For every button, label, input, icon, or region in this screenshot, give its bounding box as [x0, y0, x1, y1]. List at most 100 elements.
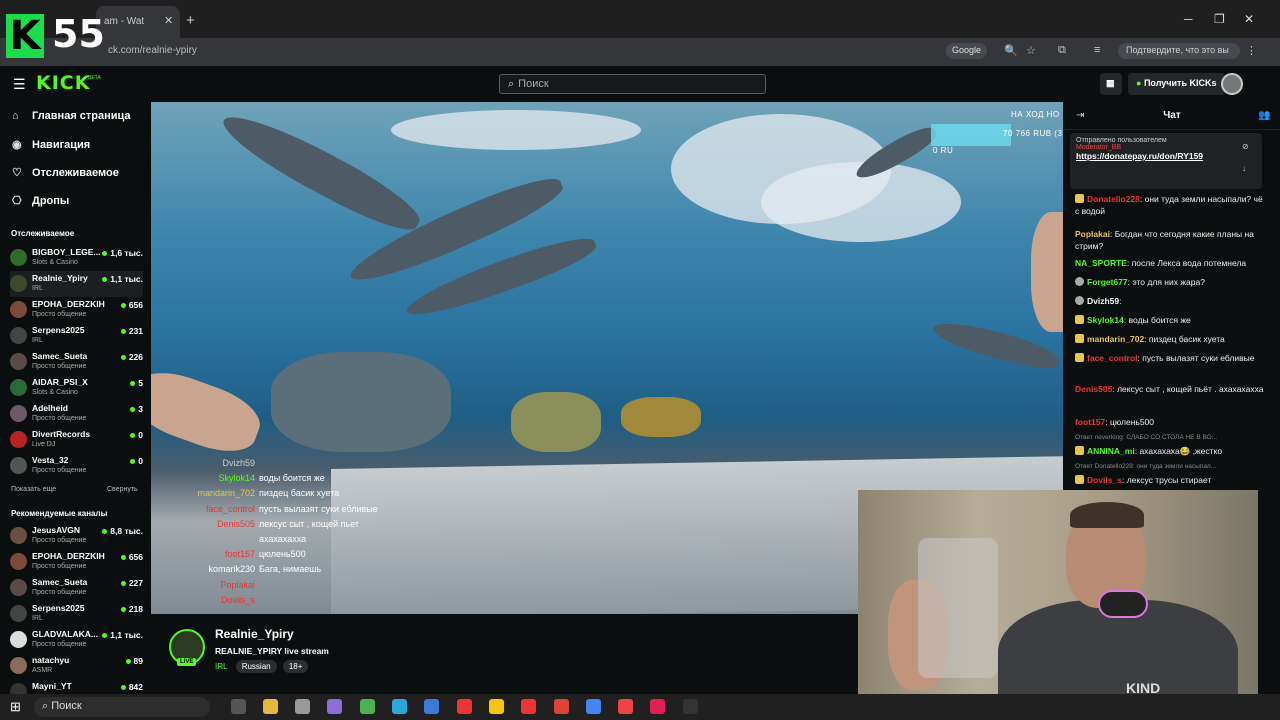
sidebar-channel-4[interactable]: Samec_Sueta Просто общение 226 — [10, 349, 143, 375]
minimize-window-button[interactable]: ─ — [1184, 12, 1193, 26]
chat-username[interactable]: ANNINA_mi — [1087, 446, 1135, 456]
chat-message: Skylok14: воды боится же — [1075, 314, 1265, 326]
chat-username[interactable]: Dovils_s — [1087, 475, 1122, 485]
sidebar-channel-0[interactable]: BIGBOY_LEGE... Slots & Casino 1,6 тыс. — [10, 245, 143, 271]
sidebar-channel-5[interactable]: natachyu ASMR 89 — [10, 653, 143, 679]
yandex-music-icon[interactable] — [489, 699, 504, 714]
new-tab-button[interactable]: + — [186, 12, 195, 29]
mail-icon[interactable] — [424, 699, 439, 714]
tag-language[interactable]: Russian — [235, 660, 277, 673]
verify-profile-chip[interactable]: Подтвердите, что это вы — [1118, 43, 1240, 59]
subscriber-badge-icon — [1075, 315, 1084, 324]
pinned-link[interactable]: https://donatepay.ru/don/RY159 — [1076, 151, 1256, 161]
obs-icon[interactable] — [683, 699, 698, 714]
live-dot-icon — [102, 251, 108, 256]
sidebar-channel-8[interactable]: Vesta_32 Просто общение 0 — [10, 453, 143, 479]
chrome-icon[interactable] — [554, 699, 569, 714]
nav-home[interactable]: ⌂ Главная страница — [12, 110, 131, 122]
yandex-icon[interactable] — [457, 699, 472, 714]
get-kicks-button[interactable]: ● Получить KICKs — [1128, 73, 1225, 95]
task-view-icon[interactable] — [231, 699, 246, 714]
video-arm — [151, 361, 268, 463]
sidebar-channel-6[interactable]: Adelheid Просто общение 3 — [10, 401, 143, 427]
sidebar-channel-3[interactable]: Serpens2025 IRL 231 — [10, 323, 143, 349]
menu-icon[interactable]: ☰ — [13, 76, 26, 93]
nav-home-label: Главная страница — [32, 110, 131, 122]
overlay-chat-user: foot157 — [224, 549, 255, 560]
search-input[interactable]: ⌕ Поиск — [499, 74, 766, 94]
sidebar-channel-0[interactable]: JesusAVGN Просто общение 8,8 тыс. — [10, 523, 143, 549]
channel-name: Samec_Sueta — [32, 577, 88, 587]
sidebar-channel-1[interactable]: Realnie_Ypiry IRL 1,1 тыс. — [10, 271, 143, 297]
expand-pinned-icon[interactable]: ↓ — [1242, 164, 1246, 173]
nav-following[interactable]: ♡ Отслеживаемое — [12, 166, 119, 179]
sidebar-channel-4[interactable]: GLADVALAKA... Просто общение 1,1 тыс. — [10, 627, 143, 653]
kick-app-icon[interactable] — [650, 699, 665, 714]
media-control-icon[interactable]: ≡ — [1094, 44, 1100, 56]
goal-amount: 70 766 RUB (3 — [1003, 129, 1063, 138]
chat-username[interactable]: Denis505 — [1075, 384, 1112, 394]
visual-studio-icon[interactable] — [327, 699, 342, 714]
overlay-chat-line: face_control пусть вылазят суки ебливые — [191, 504, 378, 514]
show-more-link[interactable]: Показать еще — [11, 486, 56, 493]
sidebar-channel-1[interactable]: EPOHA_DERZKIH Просто общение 656 — [10, 549, 143, 575]
video-reef — [511, 392, 601, 452]
media-player-icon[interactable] — [295, 699, 310, 714]
app-icon[interactable] — [618, 699, 633, 714]
channel-viewers: 227 — [120, 578, 143, 588]
browser-menu-icon[interactable]: ⋮ — [1246, 44, 1257, 57]
stream-category[interactable]: IRL — [215, 662, 227, 671]
nav-browse[interactable]: ◉ Навигация — [12, 138, 90, 151]
chat-username[interactable]: Dvizh59 — [1087, 296, 1119, 306]
nav-drops[interactable]: ⎔ Дропы — [12, 194, 69, 207]
extensions-icon[interactable]: ⧉ — [1058, 44, 1066, 57]
studio-icon[interactable]: ▦ — [1100, 73, 1122, 95]
close-window-button[interactable]: ✕ — [1244, 12, 1254, 26]
chat-username[interactable]: mandarin_702 — [1087, 334, 1144, 344]
live-dot-icon — [125, 659, 131, 664]
user-avatar[interactable] — [1221, 73, 1243, 95]
overlay-logo-letter: K — [6, 14, 44, 58]
streamer-name[interactable]: Realnie_Ypiry — [215, 627, 294, 641]
maximize-window-button[interactable]: ❐ — [1214, 12, 1225, 26]
channel-avatar — [10, 275, 27, 292]
close-tab-icon[interactable]: ✕ — [164, 14, 173, 27]
bookmark-star-icon[interactable]: ☆ — [1026, 44, 1036, 57]
unpin-icon[interactable]: ⊘ — [1242, 142, 1249, 151]
edge-icon[interactable] — [392, 699, 407, 714]
google-lens-chip[interactable]: Google — [946, 43, 988, 59]
sidebar-channel-5[interactable]: AIDAR_PSI_X Slots & Casino 5 — [10, 375, 143, 401]
pinned-user[interactable]: Moderator_BB — [1076, 144, 1256, 151]
kick-logo[interactable]: KICK — [36, 72, 90, 94]
windows-start-icon[interactable]: ⊞ — [10, 699, 21, 715]
webcam-person-hair — [1070, 502, 1144, 528]
url-text[interactable]: ck.com/realnie-ypiry — [108, 45, 197, 56]
chat-username[interactable]: NA_SPORTE — [1075, 258, 1127, 268]
xbox-icon[interactable] — [360, 699, 375, 714]
live-dot-icon — [130, 433, 136, 438]
collapse-chat-icon[interactable]: ⇥ — [1076, 110, 1084, 121]
sidebar-channel-2[interactable]: EPOHA_DERZKIH Просто общение 656 — [10, 297, 143, 323]
channel-avatar — [10, 405, 27, 422]
file-explorer-icon[interactable] — [263, 699, 278, 714]
chrome-beta-icon[interactable] — [586, 699, 601, 714]
live-dot-icon — [120, 581, 126, 586]
chat-username[interactable]: Poplakai — [1075, 229, 1110, 239]
taskbar-search[interactable]: ⌕ Поиск — [34, 697, 210, 717]
yandex-browser-icon[interactable] — [521, 699, 536, 714]
sidebar-channel-3[interactable]: Serpens2025 IRL 218 — [10, 601, 143, 627]
chat-username[interactable]: face_control — [1087, 353, 1138, 363]
sidebar-channel-7[interactable]: DivertRecords Live DJ 0 — [10, 427, 143, 453]
user-badge-icon — [1075, 277, 1084, 286]
chat-username[interactable]: foot157 — [1075, 417, 1105, 427]
collapse-link[interactable]: Свернуть — [107, 486, 138, 493]
zoom-icon[interactable]: 🔍 — [1004, 44, 1018, 57]
chat-username[interactable]: Donatello228 — [1087, 194, 1140, 204]
channel-category: Slots & Casino — [32, 259, 78, 266]
sidebar-channel-2[interactable]: Samec_Sueta Просто общение 227 — [10, 575, 143, 601]
chat-users-icon[interactable]: 👥 — [1258, 110, 1270, 121]
chat-username[interactable]: Skylok14 — [1087, 315, 1124, 325]
chat-username[interactable]: Forget677 — [1087, 277, 1128, 287]
tag-age[interactable]: 18+ — [282, 660, 309, 673]
pinned-label: Отправлено пользователем — [1076, 137, 1167, 144]
